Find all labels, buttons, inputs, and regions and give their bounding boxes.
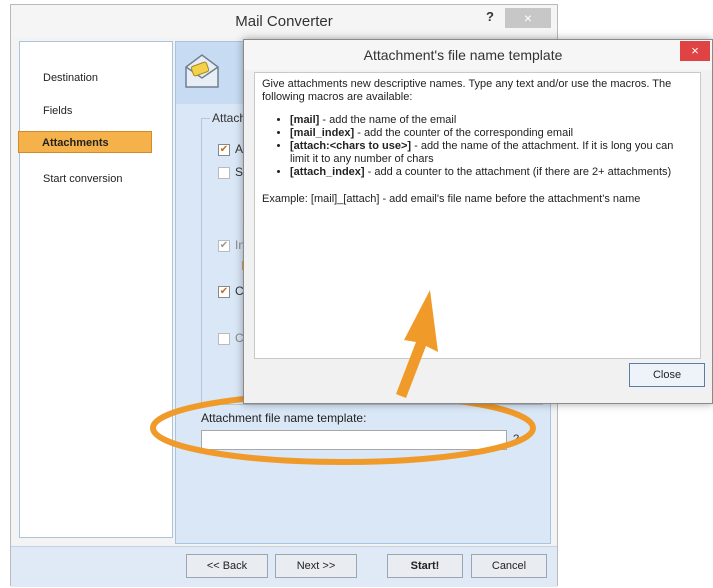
- envelope-icon: [185, 54, 219, 88]
- dialog-title: Attachment's file name template: [363, 47, 563, 63]
- dialog-help-text: Give attachments new descriptive names. …: [254, 72, 701, 359]
- back-button[interactable]: << Back: [186, 554, 268, 578]
- close-button[interactable]: ×: [505, 8, 551, 28]
- annotation-arrow: [396, 290, 438, 398]
- macro-name: [attach_index]: [290, 166, 365, 178]
- cancel-button[interactable]: Cancel: [471, 554, 547, 578]
- macro-item: [attach_index] - add a counter to the at…: [290, 166, 693, 179]
- nav-item-attachments[interactable]: Attachments: [18, 131, 152, 153]
- start-button[interactable]: Start!: [387, 554, 463, 578]
- checkbox-5[interactable]: [218, 333, 230, 345]
- checkbox-2[interactable]: [218, 167, 230, 179]
- dialog-title-bar: Attachment's file name template ×: [244, 40, 712, 70]
- macro-desc: - add the name of the email: [319, 114, 457, 126]
- macro-name: [attach:<chars to use>]: [290, 140, 412, 152]
- macro-desc: - add a counter to the attachment (if th…: [364, 166, 672, 178]
- window-title: Mail Converter: [235, 13, 333, 30]
- dialog-close-icon[interactable]: ×: [680, 41, 710, 61]
- checkbox-1[interactable]: ✔: [218, 144, 230, 156]
- macro-item: [attach:<chars to use>] - add the name o…: [290, 140, 693, 166]
- nav-item-fields[interactable]: Fields: [20, 100, 172, 122]
- checkbox-4[interactable]: ✔: [218, 286, 230, 298]
- macro-name: [mail_index]: [290, 127, 355, 139]
- macro-name: [mail]: [290, 114, 320, 126]
- next-button[interactable]: Next >>: [275, 554, 357, 578]
- nav-item-destination[interactable]: Destination: [20, 67, 172, 89]
- nav-item-start-conversion[interactable]: Start conversion: [20, 168, 172, 190]
- macro-item: [mail_index] - add the counter of the co…: [290, 127, 693, 140]
- title-bar: Mail Converter ? ×: [11, 5, 557, 37]
- dialog-intro: Give attachments new descriptive names. …: [262, 78, 672, 103]
- macro-desc: - add the counter of the corresponding e…: [354, 127, 574, 139]
- macro-list: [mail] - add the name of the email [mail…: [262, 114, 693, 179]
- macro-item: [mail] - add the name of the email: [290, 114, 693, 127]
- dialog-close-button[interactable]: Close: [629, 363, 705, 387]
- checkbox-1-label: A: [235, 142, 244, 156]
- template-dialog: Attachment's file name template × Give a…: [243, 39, 713, 404]
- checkbox-2-label: S: [235, 165, 244, 179]
- help-button[interactable]: ?: [478, 8, 502, 26]
- bottom-bar: << Back Next >> Start! Cancel: [11, 546, 557, 587]
- checkbox-3[interactable]: ✔: [218, 240, 230, 252]
- dialog-example: Example: [mail]_[attach] - add email's f…: [262, 193, 641, 205]
